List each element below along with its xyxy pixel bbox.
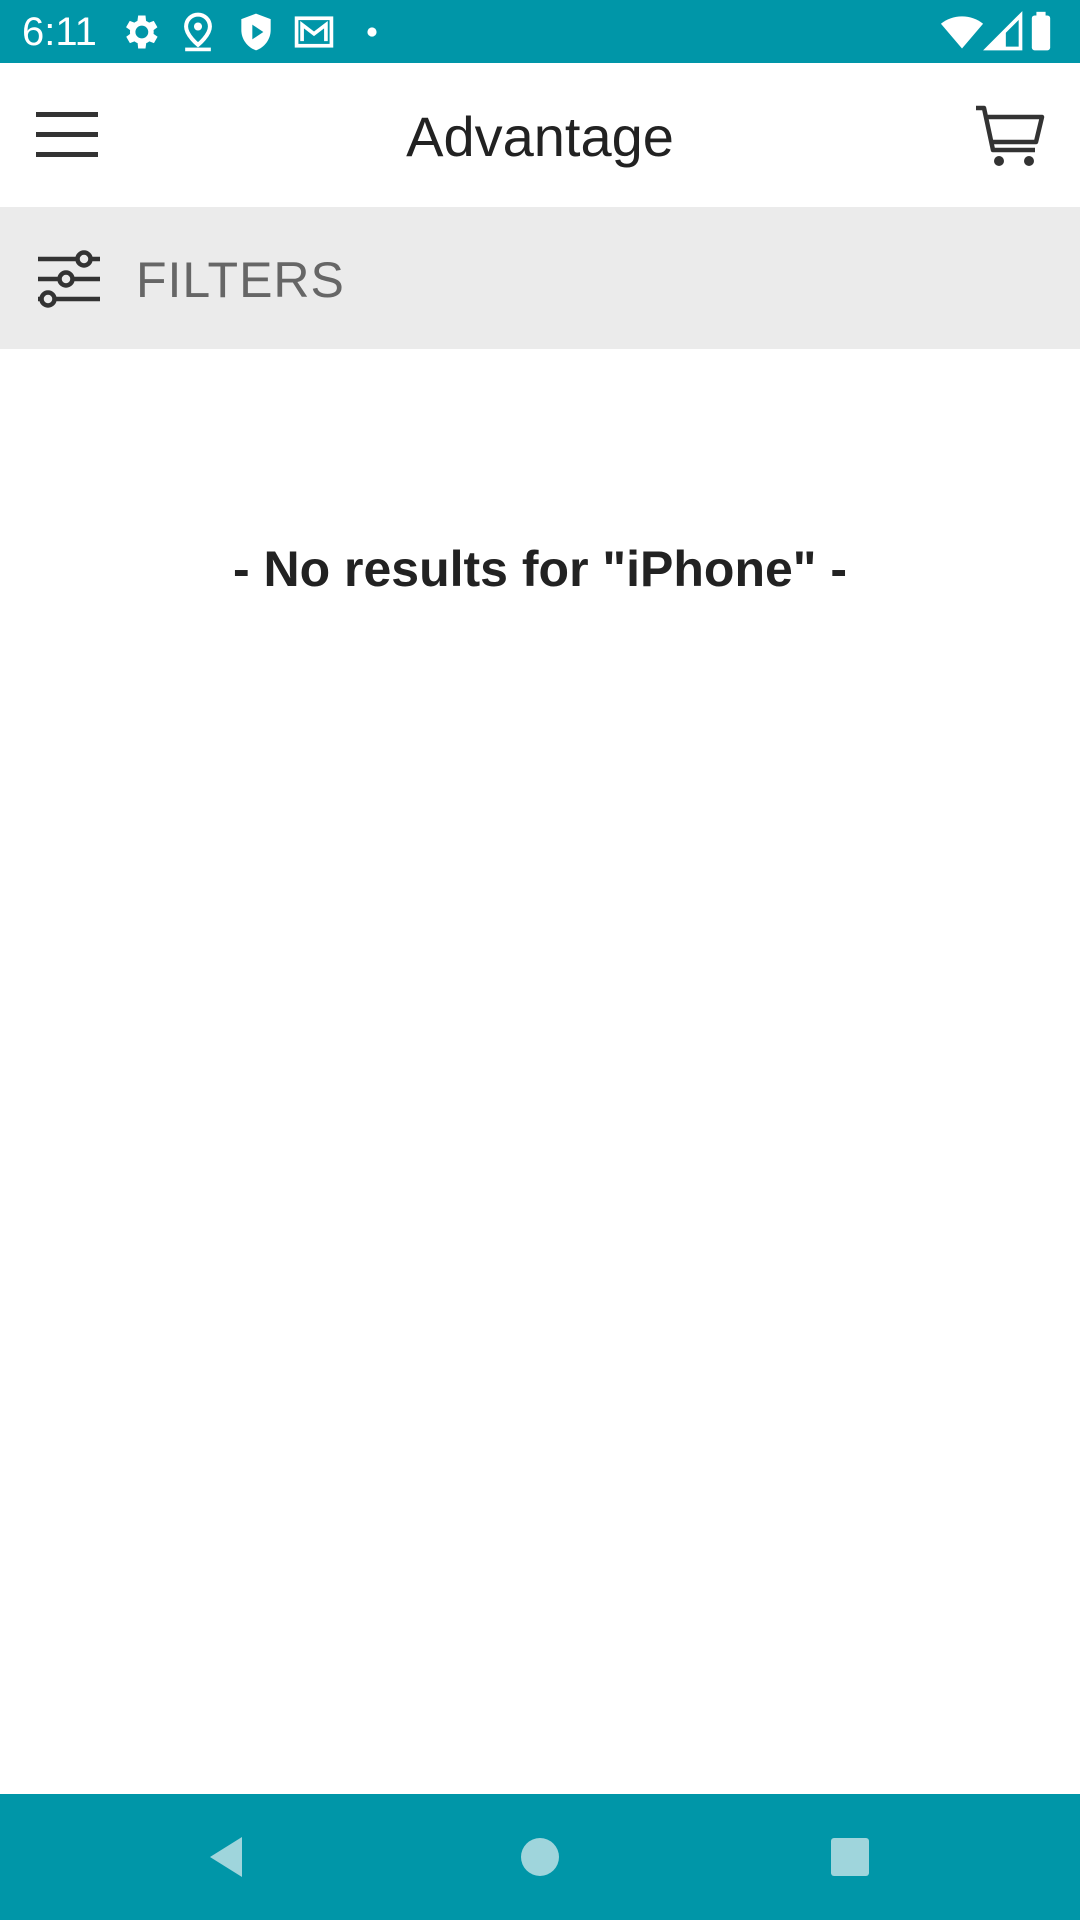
shield-play-icon bbox=[234, 10, 278, 54]
signal-icon bbox=[982, 10, 1026, 54]
gear-icon bbox=[118, 10, 162, 54]
shopping-cart-icon bbox=[976, 105, 1045, 166]
navigation-bar bbox=[0, 1794, 1080, 1920]
location-pin-icon bbox=[176, 10, 220, 54]
app-bar: Advantage bbox=[0, 63, 1080, 207]
home-icon bbox=[521, 1838, 559, 1876]
battery-icon bbox=[1026, 10, 1056, 54]
back-button[interactable] bbox=[196, 1827, 256, 1887]
back-icon bbox=[210, 1837, 242, 1877]
dot-icon bbox=[350, 10, 394, 54]
home-button[interactable] bbox=[510, 1827, 570, 1887]
app-title: Advantage bbox=[406, 105, 674, 168]
filters-bar[interactable]: FILTERS bbox=[0, 207, 1080, 349]
wifi-icon bbox=[940, 10, 984, 54]
cart-button[interactable] bbox=[975, 103, 1045, 169]
sliders-icon bbox=[36, 249, 100, 309]
status-time: 6:11 bbox=[22, 10, 97, 54]
screen: 6:11 Advantage FILTERS - No results for … bbox=[0, 0, 1080, 1920]
gmail-icon bbox=[292, 10, 336, 54]
recents-button[interactable] bbox=[820, 1827, 880, 1887]
recents-icon bbox=[831, 1838, 869, 1876]
status-bar: 6:11 bbox=[0, 0, 1080, 63]
filters-label: FILTERS bbox=[136, 252, 345, 308]
no-results-message: - No results for "iPhone" - bbox=[232, 541, 848, 597]
results-area: - No results for "iPhone" - bbox=[0, 349, 1080, 1794]
